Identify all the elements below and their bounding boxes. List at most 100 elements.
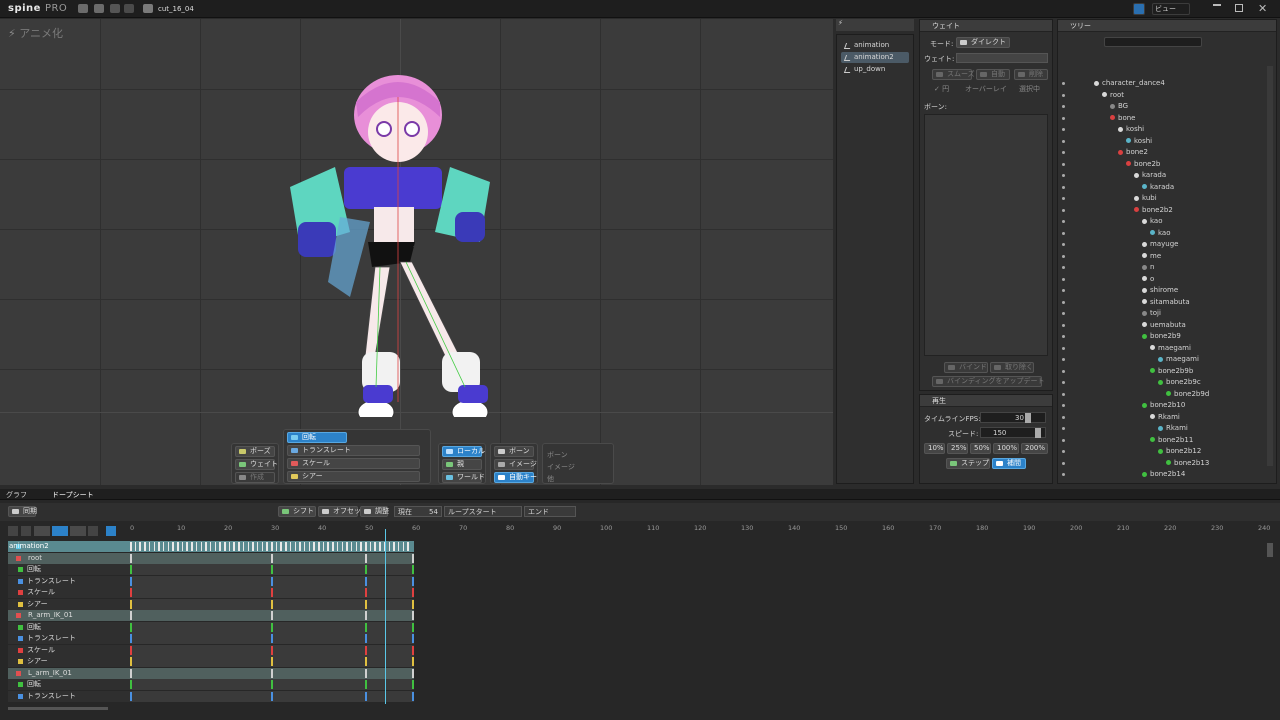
dopesheet-row[interactable]: 回転 bbox=[8, 564, 414, 575]
visibility-toggle[interactable] bbox=[1062, 220, 1065, 223]
tree-node[interactable]: koshi bbox=[1118, 124, 1144, 135]
tree-node[interactable]: bone2b9 bbox=[1142, 331, 1181, 342]
tree-node[interactable]: maegami bbox=[1158, 354, 1199, 365]
speed-200-button[interactable]: 200% bbox=[1021, 443, 1048, 454]
visibility-toggle[interactable] bbox=[1062, 289, 1065, 292]
visibility-toggle[interactable] bbox=[1062, 93, 1065, 97]
redo-icon[interactable] bbox=[124, 4, 134, 13]
tree-node[interactable]: bone2b9c bbox=[1158, 377, 1201, 388]
step-button[interactable]: ステップ bbox=[946, 458, 990, 469]
overlay-option[interactable]: オーバーレイ bbox=[965, 84, 1007, 94]
visibility-toggle[interactable] bbox=[1062, 197, 1065, 200]
offset-button[interactable]: オフセット bbox=[318, 506, 368, 517]
loop-icon[interactable] bbox=[106, 526, 116, 536]
speed-field[interactable]: 150 bbox=[980, 427, 1046, 438]
visibility-toggle[interactable] bbox=[1062, 254, 1065, 258]
visibility-toggle[interactable] bbox=[1062, 231, 1065, 235]
tree-node[interactable]: kao bbox=[1150, 228, 1171, 239]
visibility-toggle[interactable] bbox=[1062, 162, 1065, 166]
visibility-toggle[interactable] bbox=[1062, 358, 1065, 361]
auto-button[interactable]: 自動 bbox=[976, 69, 1010, 80]
tree-node[interactable]: mayuge bbox=[1142, 239, 1178, 250]
tree-node[interactable]: kao bbox=[1142, 216, 1163, 227]
visibility-toggle[interactable] bbox=[1062, 346, 1065, 350]
tree-node[interactable]: bone2b9b bbox=[1150, 366, 1193, 377]
visibility-toggle[interactable] bbox=[1062, 392, 1065, 396]
tree-node[interactable]: bone2b10 bbox=[1142, 400, 1185, 411]
weights-button[interactable]: ウェイト bbox=[235, 459, 278, 470]
tree-node[interactable]: Rkami bbox=[1150, 412, 1180, 423]
tab-graph[interactable]: グラフ bbox=[6, 490, 27, 500]
dopesheet-row[interactable]: 回転 bbox=[8, 679, 414, 690]
view-menu-button[interactable]: ビュー bbox=[1152, 3, 1190, 15]
tree-node[interactable]: sitamabuta bbox=[1142, 297, 1190, 308]
dopesheet-v-scrollbar[interactable] bbox=[1267, 543, 1273, 557]
auto-key-button[interactable]: 自動キー bbox=[494, 472, 537, 483]
visibility-toggle[interactable] bbox=[1062, 404, 1065, 407]
dopesheet-row[interactable]: シアー bbox=[8, 598, 414, 610]
tree-node[interactable]: bone2b14 bbox=[1142, 469, 1185, 480]
save-icon[interactable] bbox=[94, 4, 104, 13]
viewport[interactable]: ⚡ アニメ化 bbox=[0, 19, 833, 485]
dopesheet-row[interactable]: animation2 bbox=[8, 541, 414, 552]
tree-node[interactable]: bone2b9d bbox=[1166, 389, 1209, 400]
scale-button[interactable]: スケール bbox=[287, 458, 420, 469]
end-field[interactable]: エンド bbox=[524, 506, 576, 517]
dopesheet-row[interactable]: トランスレート bbox=[8, 633, 414, 644]
pose-button[interactable]: ポーズ bbox=[235, 446, 275, 457]
dopesheet-row[interactable]: スケール bbox=[8, 587, 414, 598]
tree-scrollbar[interactable] bbox=[1267, 66, 1273, 466]
close-icon[interactable]: ✕ bbox=[1258, 2, 1267, 15]
smooth-button[interactable]: スムーズ bbox=[932, 69, 975, 80]
translate-button[interactable]: トランスレート bbox=[287, 445, 420, 456]
dopesheet-row[interactable]: 回転 bbox=[8, 621, 414, 633]
visibility-toggle[interactable] bbox=[1062, 473, 1065, 476]
local-axis-button[interactable]: ローカル bbox=[442, 446, 485, 457]
visibility-toggle[interactable] bbox=[1062, 82, 1065, 85]
tree-node[interactable]: bone2 bbox=[1118, 147, 1148, 158]
play-reverse-icon[interactable] bbox=[34, 526, 50, 536]
parent-axis-button[interactable]: 親 bbox=[442, 459, 482, 470]
undo-icon[interactable] bbox=[110, 4, 120, 13]
dopesheet-row[interactable]: シアー bbox=[8, 656, 414, 667]
prev-key-icon[interactable] bbox=[21, 526, 31, 536]
visibility-toggle[interactable] bbox=[1062, 461, 1065, 465]
character-illustration[interactable] bbox=[280, 57, 510, 417]
dopesheet-row[interactable]: root bbox=[8, 552, 414, 564]
tree-node[interactable]: karada bbox=[1142, 182, 1174, 193]
tree-node[interactable]: bone bbox=[1110, 113, 1135, 124]
animation-item-1[interactable]: animation2 bbox=[841, 52, 909, 63]
tree-node[interactable]: n bbox=[1142, 262, 1154, 273]
visibility-toggle[interactable] bbox=[1062, 415, 1065, 419]
animation-item-0[interactable]: animation bbox=[841, 40, 909, 51]
tree-node[interactable]: bone2b12 bbox=[1158, 446, 1201, 457]
interpolate-button[interactable]: 補間 bbox=[992, 458, 1026, 469]
speed-100-button[interactable]: 100% bbox=[993, 443, 1019, 454]
new-file-icon[interactable] bbox=[78, 4, 88, 13]
tree-node[interactable]: kubi bbox=[1134, 193, 1157, 204]
visibility-toggle[interactable] bbox=[1062, 174, 1065, 177]
visibility-toggle[interactable] bbox=[1062, 335, 1065, 338]
speed-25-button[interactable]: 25% bbox=[947, 443, 968, 454]
first-frame-icon[interactable] bbox=[8, 526, 18, 536]
visibility-toggle[interactable] bbox=[1062, 323, 1065, 327]
bones-list[interactable] bbox=[924, 114, 1048, 356]
visibility-toggle[interactable] bbox=[1062, 450, 1065, 453]
stop-icon[interactable] bbox=[52, 526, 68, 536]
play-icon[interactable] bbox=[70, 526, 86, 536]
visibility-toggle[interactable] bbox=[1062, 369, 1065, 373]
tree-node[interactable]: root bbox=[1102, 90, 1124, 101]
loop-start-field[interactable]: ループスタート bbox=[444, 506, 522, 517]
dopesheet-row[interactable]: スケール bbox=[8, 644, 414, 656]
visibility-toggle[interactable] bbox=[1062, 312, 1065, 315]
key-images-button[interactable]: イメージ bbox=[494, 459, 537, 470]
maximize-icon[interactable] bbox=[1235, 4, 1243, 12]
tree-search-input[interactable] bbox=[1104, 37, 1202, 47]
visibility-toggle[interactable] bbox=[1062, 139, 1065, 143]
rotate-button[interactable]: 回転 bbox=[287, 432, 347, 443]
playhead[interactable] bbox=[385, 529, 386, 704]
shear-button[interactable]: シアー bbox=[287, 471, 420, 482]
visibility-toggle[interactable] bbox=[1062, 266, 1065, 269]
update-binding-button[interactable]: バインディングをアップデート bbox=[932, 376, 1045, 387]
visibility-toggle[interactable] bbox=[1062, 116, 1065, 120]
